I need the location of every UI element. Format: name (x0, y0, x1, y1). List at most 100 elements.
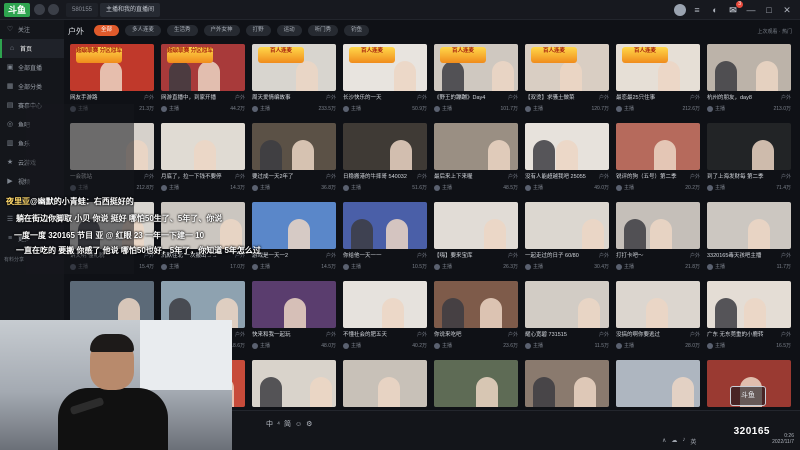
stream-thumbnail[interactable] (525, 360, 609, 407)
stream-thumbnail[interactable] (525, 202, 609, 249)
category-pill[interactable]: 打野 (245, 25, 271, 36)
stream-card[interactable]: 游戏是一天一2 户外 主播 14.5万 (252, 202, 336, 275)
stream-card[interactable]: 百人连麦 长沙快乐的一天 户外 主播 50.9万 (343, 44, 427, 117)
stream-title[interactable]: 最后来上下来喔 (434, 173, 473, 182)
message-icon[interactable]: ✉ 3 (726, 1, 743, 17)
app-logo[interactable]: 斗鱼 (4, 3, 30, 17)
stream-title[interactable]: 周天爱情编故事 (252, 94, 291, 103)
category-pill[interactable]: 运动 (276, 25, 302, 36)
maximize-button[interactable]: □ (762, 3, 776, 17)
stream-card[interactable]: 百人连麦 周天爱情编故事 户外 主播 233.5万 (252, 44, 336, 117)
stream-thumbnail[interactable] (707, 123, 791, 170)
user-avatar[interactable] (674, 4, 686, 16)
stream-title[interactable]: 最恋最25只住事 (616, 94, 655, 103)
stream-title[interactable]: 《野王的蹦蹦》Day4 (434, 94, 485, 103)
stream-card[interactable]: 月底了，拉一下钱不要停 户外 主播 14.3万 (161, 123, 245, 196)
category-pill[interactable]: 钓鱼 (344, 25, 370, 36)
stream-thumbnail[interactable] (707, 44, 791, 91)
stream-card[interactable]: 百人连麦 《野王的蹦蹦》Day4 户外 主播 101.7万 (434, 44, 518, 117)
stream-card[interactable]: 不懂社会的肥五天 户外 主播 40.2万 (343, 281, 427, 354)
title-tab[interactable]: 580155 (66, 3, 99, 17)
stream-card[interactable]: 没有人能超越我吧 25055 户外 主播 49.0万 (525, 123, 609, 196)
stream-card[interactable]: 你说来吃吧 户外 主播 23.6万 (434, 281, 518, 354)
back-icon[interactable] (34, 4, 45, 15)
stream-thumbnail[interactable] (616, 281, 700, 328)
stream-title[interactable]: 耀心宽碧 731515 (525, 331, 567, 340)
title-tab[interactable]: 主播和我的直播间 (100, 3, 161, 17)
stream-card[interactable]: 打打卡吧～ 户外 主播 21.8万 (616, 202, 700, 275)
sidebar-item[interactable]: ▣ 全部直播 (0, 58, 64, 77)
stream-thumbnail[interactable] (343, 281, 427, 328)
stream-thumbnail[interactable]: 百人连麦 (343, 44, 427, 91)
stream-thumbnail[interactable] (161, 123, 245, 170)
stream-thumbnail[interactable]: 超级联赛 分区冠军 (70, 44, 154, 91)
ime-button[interactable]: ☺ (295, 421, 302, 428)
stream-card[interactable]: 百人连麦 最恋最25只住事 户外 主播 212.6万 (616, 44, 700, 117)
ime-button[interactable]: 简 (284, 419, 291, 429)
refresh-icon[interactable] (48, 4, 59, 15)
stream-title[interactable]: 广东 无东莞重的小鹿转 (707, 331, 764, 340)
stream-card[interactable]: 你给他一天一一 户外 主播 10.5万 (343, 202, 427, 275)
stream-title[interactable]: 杭州的朋友，day8 (707, 94, 752, 103)
stream-title[interactable]: 要过成一天2年了 (252, 173, 294, 182)
stream-thumbnail[interactable] (434, 360, 518, 407)
stream-card[interactable]: 最后来上下来喔 户外 主播 48.5万 (434, 123, 518, 196)
stream-thumbnail[interactable]: 百人连麦 (434, 44, 518, 91)
stream-card[interactable]: 耀心宽碧 731515 户外 主播 11.5万 (525, 281, 609, 354)
category-pill[interactable]: 户外女神 (203, 25, 240, 36)
tray-icon[interactable]: ☁ (671, 437, 677, 446)
stream-thumbnail[interactable] (252, 360, 336, 407)
sort-hint[interactable]: 上次观看 · 热门 (758, 28, 792, 35)
stream-title[interactable]: 【双烫】求骚土做菜 (525, 94, 575, 103)
ime-button[interactable]: ⁴ (277, 421, 280, 428)
stream-card[interactable]: 要过成一天2年了 户外 主播 36.8万 (252, 123, 336, 196)
stream-thumbnail[interactable] (525, 123, 609, 170)
ime-button[interactable]: 中 (266, 419, 273, 429)
stream-title[interactable]: 日稳搬港的牛摔哥 540032 (343, 173, 407, 182)
tray-icon[interactable]: ♪ (682, 437, 685, 446)
stream-title[interactable]: 网友手游路 (70, 94, 98, 103)
stream-thumbnail[interactable] (343, 123, 427, 170)
stream-card[interactable]: 一起走过的日子 60/80 户外 主播 30.4万 (525, 202, 609, 275)
stream-thumbnail[interactable]: 百人连麦 (252, 44, 336, 91)
stream-thumbnail[interactable]: 百人连麦 (616, 44, 700, 91)
stream-title[interactable]: 没搞的啊你要逃过 (616, 331, 660, 340)
stream-card[interactable]: 百人连麦 【双烫】求骚土做菜 户外 主播 120.7万 (525, 44, 609, 117)
stream-thumbnail[interactable]: 百人连麦 (525, 44, 609, 91)
category-pill[interactable]: 多人连麦 (125, 25, 162, 36)
stream-card[interactable]: 【嗨】要来宝库 户外 主播 26.3万 (434, 202, 518, 275)
stream-card[interactable]: 锐评的狗（五号）第二季 户外 主播 20.2万 (616, 123, 700, 196)
stream-thumbnail[interactable] (252, 281, 336, 328)
stream-card[interactable]: 快来和我一起玩 户外 主播 48.0万 (252, 281, 336, 354)
stream-card[interactable]: 广东 无东莞重的小鹿转 户外 主播 16.5万 (707, 281, 791, 354)
stream-thumbnail[interactable]: 超级联赛 分区冠军 (161, 44, 245, 91)
stream-title[interactable]: 网游直播中，到家开播 (161, 94, 216, 103)
sidebar-item[interactable]: ♡ 关注 (0, 20, 64, 39)
stream-card[interactable]: 杭州的朋友，day8 户外 主播 213.0万 (707, 44, 791, 117)
stream-title[interactable]: 月底了，拉一下钱不要停 (161, 173, 222, 182)
stream-thumbnail[interactable] (343, 360, 427, 407)
stream-card[interactable]: 没搞的啊你要逃过 户外 主播 28.0万 (616, 281, 700, 354)
stream-card[interactable]: 3320165毒天孩吧主播 户外 主播 11.7万 (707, 202, 791, 275)
stream-title[interactable]: 3320165毒天孩吧主播 (707, 252, 761, 261)
stream-thumbnail[interactable] (434, 281, 518, 328)
category-pill[interactable]: 生活秀 (167, 25, 198, 36)
stream-title[interactable]: 【嗨】要来宝库 (434, 252, 473, 261)
stream-thumbnail[interactable] (707, 281, 791, 328)
close-button[interactable]: ✕ (780, 3, 794, 17)
stream-title[interactable]: 快来和我一起玩 (252, 331, 291, 340)
ime-button[interactable]: ⚙ (306, 420, 312, 428)
stream-thumbnail[interactable] (252, 123, 336, 170)
tray-icon[interactable]: 英 (690, 437, 696, 446)
category-pill[interactable]: 听门秀 (307, 25, 339, 36)
stream-title[interactable]: 没有人能超越我吧 25055 (525, 173, 586, 182)
stream-title[interactable]: 一起走过的日子 60/80 (525, 252, 579, 261)
stream-title[interactable]: 不懂社会的肥五天 (343, 331, 387, 340)
stream-thumbnail[interactable] (616, 202, 700, 249)
stream-thumbnail[interactable] (343, 202, 427, 249)
skin-icon[interactable]: ◐ (708, 3, 722, 17)
stream-thumbnail[interactable] (434, 202, 518, 249)
menu-icon[interactable]: ≡ (690, 3, 704, 17)
stream-card[interactable]: 到了上海发财每 第二季 户外 主播 71.4万 (707, 123, 791, 196)
stream-thumbnail[interactable] (252, 202, 336, 249)
